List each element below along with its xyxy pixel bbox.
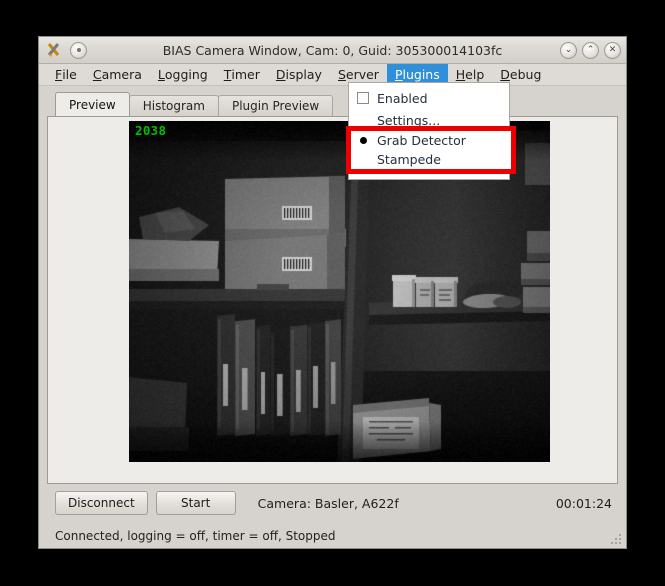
menu-plugins-label: lugins [403, 67, 440, 82]
camera-controls-bar: Disconnect Start Camera: Basler, A622f 0… [39, 484, 626, 522]
window-menu-icon[interactable] [70, 42, 87, 59]
menu-item-stampede-label: Stampede [377, 152, 441, 167]
resize-grip-icon[interactable] [609, 532, 623, 546]
menu-display-label: isplay [286, 67, 322, 82]
statusbar: Connected, logging = off, timer = off, S… [39, 522, 626, 548]
menubar: File Camera Logging Timer Display Server… [39, 64, 626, 86]
start-button[interactable]: Start [156, 491, 236, 515]
disconnect-button[interactable]: Disconnect [55, 491, 148, 515]
menu-item-stampede[interactable]: Stampede [351, 150, 511, 169]
menu-display-mnemonic: D [276, 67, 286, 82]
bias-app-icon [46, 41, 64, 59]
menu-item-enabled[interactable]: Enabled [349, 87, 509, 109]
menu-debug-mnemonic: D [500, 67, 510, 82]
menu-display[interactable]: Display [268, 64, 330, 85]
menu-logging-label: ogging [165, 67, 208, 82]
tab-histogram[interactable]: Histogram [129, 95, 219, 116]
tabstrip: Preview Histogram Plugin Preview [47, 92, 618, 116]
tab-preview[interactable]: Preview [55, 92, 130, 116]
menu-help-mnemonic: H [456, 67, 465, 82]
window-title: BIAS Camera Window, Cam: 0, Guid: 305300… [39, 43, 626, 58]
menu-file-mnemonic: F [55, 67, 62, 82]
menu-server-mnemonic: S [338, 67, 346, 82]
menu-logging[interactable]: Logging [150, 64, 216, 85]
status-message: Connected, logging = off, timer = off, S… [55, 529, 336, 543]
camera-info-label: Camera: Basler, A622f [258, 496, 399, 511]
menu-item-enabled-label: Enabled [377, 91, 428, 106]
menu-item-grab-detector-label: Grab Detector [377, 133, 466, 148]
frame-counter-overlay: 2038 [135, 123, 166, 138]
menu-timer-label: imer [231, 67, 259, 82]
plugin-selection-highlight: Grab Detector Stampede [346, 126, 516, 174]
enabled-checkbox[interactable] [357, 92, 377, 104]
menu-server-label: erver [346, 67, 379, 82]
menu-logging-mnemonic: L [158, 67, 165, 82]
menu-camera-label: amera [102, 67, 142, 82]
menu-file-label: ile [62, 67, 77, 82]
minimize-button[interactable]: ⌄ [560, 42, 577, 59]
menu-item-grab-detector[interactable]: Grab Detector [351, 131, 511, 150]
elapsed-time-label: 00:01:24 [556, 496, 616, 511]
menu-help-label: elp [465, 67, 484, 82]
menu-file[interactable]: File [47, 64, 85, 85]
central-area: Preview Histogram Plugin Preview 2038 [39, 86, 626, 484]
window-titlebar: BIAS Camera Window, Cam: 0, Guid: 305300… [39, 37, 626, 64]
bias-camera-window: BIAS Camera Window, Cam: 0, Guid: 305300… [38, 36, 627, 549]
menu-plugins-mnemonic: P [395, 67, 403, 82]
menu-camera[interactable]: Camera [85, 64, 150, 85]
close-button[interactable]: ✕ [604, 42, 621, 59]
preview-tab-panel: 2038 [47, 116, 618, 484]
tab-plugin-preview[interactable]: Plugin Preview [218, 95, 333, 116]
menu-debug-label: ebug [510, 67, 541, 82]
grab-detector-radio-icon[interactable] [357, 137, 377, 144]
menu-timer[interactable]: Timer [216, 64, 268, 85]
menu-camera-mnemonic: C [93, 67, 102, 82]
menu-timer-mnemonic: T [224, 67, 232, 82]
maximize-button[interactable]: ⌃ [582, 42, 599, 59]
window-controls: ⌄ ⌃ ✕ [555, 42, 621, 59]
